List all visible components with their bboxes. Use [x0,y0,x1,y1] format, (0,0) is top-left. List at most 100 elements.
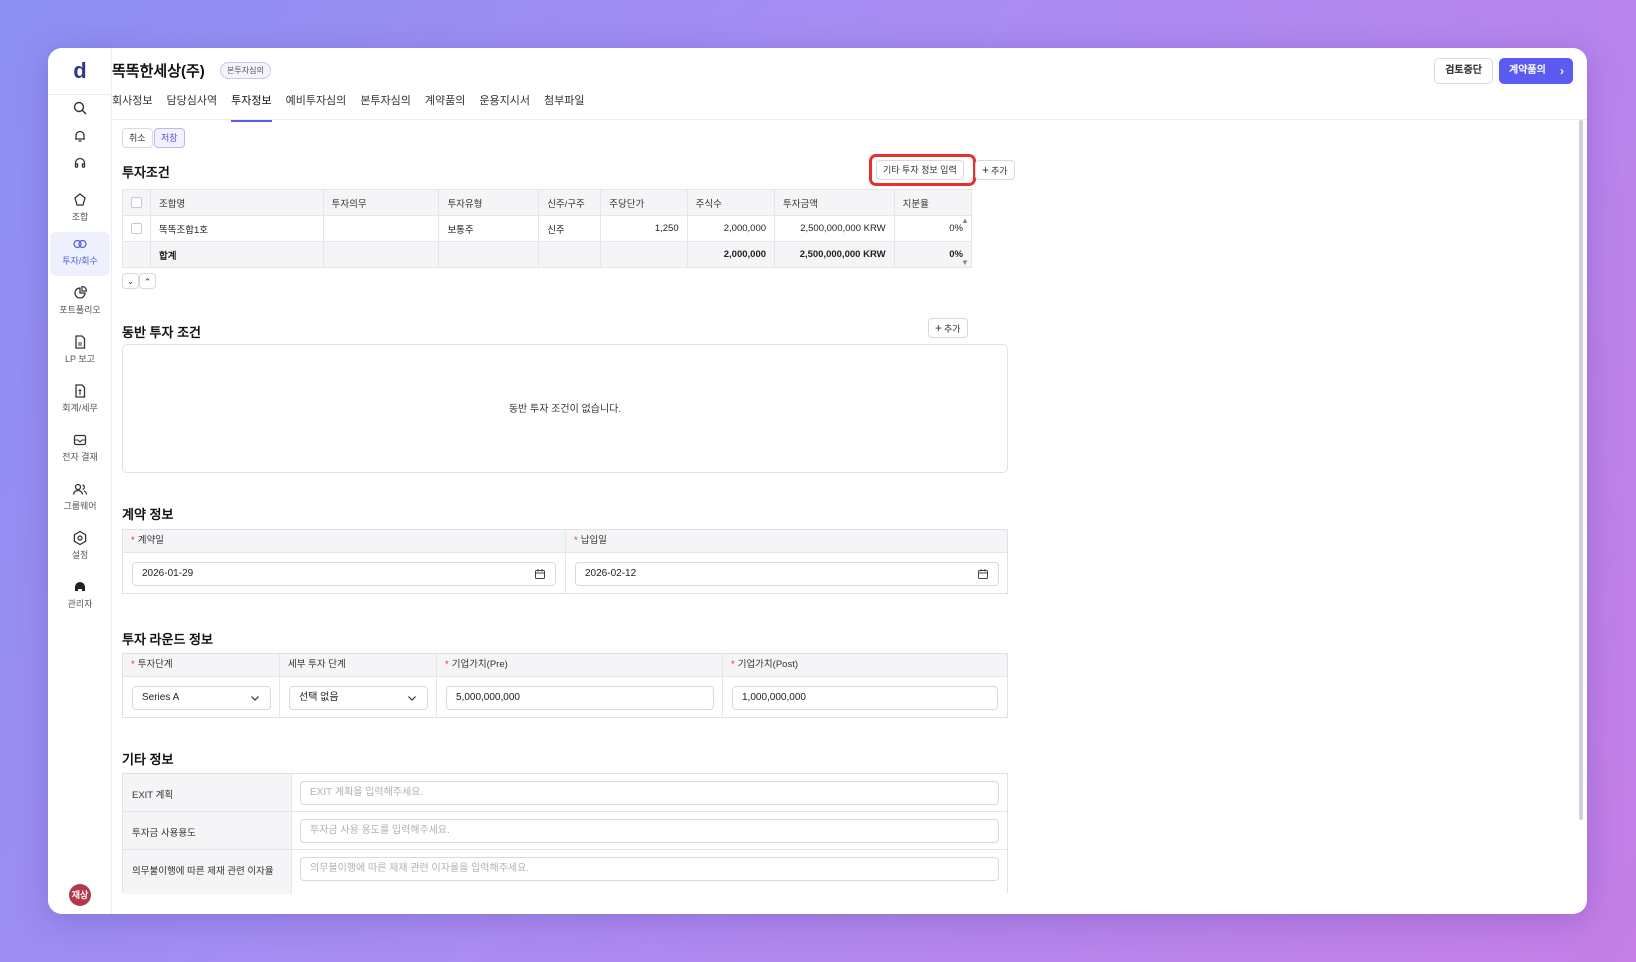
sidebar-item-admin[interactable]: 관리자 [50,575,110,619]
sub-stage-select[interactable]: 선택 없음 [289,686,428,710]
cancel-button[interactable]: 취소 [122,128,153,148]
move-up-button[interactable]: ⌃ [139,273,156,289]
headset-icon[interactable] [70,153,90,173]
search-icon[interactable] [70,98,90,118]
column-header[interactable]: 투자금액 [774,189,895,216]
table-scroll-up-icon[interactable]: ▲ [961,216,969,226]
total-row: 합계 2,000,000 2,500,000,000 KRW 0% [122,241,973,268]
calendar-icon[interactable] [977,568,989,580]
column-header[interactable]: 조합명 [150,189,324,216]
table-row[interactable]: 똑똑조합1호 보통주 신주 1,250 2,000,000 2,500,000,… [122,215,973,242]
chevron-down-icon [408,696,416,701]
payment-date-label-text: 납입일 [580,535,607,546]
app-logo[interactable]: d [48,58,112,84]
table-header-row: 조합명 투자의무 투자유형 신주/구주 주당단가 주식수 투자금액 지분율 [122,189,973,216]
add-investment-term-button[interactable]: + 추가 [975,160,1015,180]
stop-review-button[interactable]: 검토중단 [1434,58,1493,84]
exit-plan-input[interactable]: EXIT 계획을 입력해주세요. [300,781,999,805]
sidebar-item-accounting[interactable]: 회계/세무 [50,379,110,423]
sub-stage-value: 선택 없음 [299,692,339,703]
sidebar-item-label: 투자/회수 [62,256,98,266]
save-button[interactable]: 저장 [154,128,185,148]
sidebar-item-fund[interactable]: 조합 [50,188,110,232]
column-header[interactable]: 지분율 [893,189,973,216]
penalty-rate-input[interactable]: 의무불이행에 따른 제재 관련 이자율을 입력해주세요. [300,857,999,881]
pre-value-label-text: 기업가치(Pre) [451,659,508,670]
divider [123,849,1007,850]
sidebar-item-portfolio[interactable]: 포트폴리오 [50,281,110,325]
select-all-cell[interactable] [122,189,151,216]
contract-date-input[interactable]: 2026-01-29 [132,562,556,586]
table-scroll-down-icon[interactable]: ▼ [961,258,969,268]
tab-reviewer[interactable]: 담당심사역 [159,94,224,120]
column-header[interactable]: 주당단가 [600,189,688,216]
report-icon [75,335,86,349]
column-header[interactable]: 투자유형 [438,189,540,216]
divider [436,654,437,717]
tab-pre-review[interactable]: 예비투자심의 [279,94,354,120]
type-cell[interactable]: 보통주 [438,215,540,242]
tab-company-info[interactable]: 회사정보 [112,94,159,120]
sidebar-item-label: 설정 [71,550,89,560]
sidebar-item-label: 조합 [71,212,89,222]
status-badge: 본투자심의 [220,62,271,79]
ratio-cell[interactable]: 0% [893,215,973,242]
divider [279,654,280,717]
bell-icon[interactable] [70,126,90,146]
payment-date-input[interactable]: 2026-02-12 [575,562,999,586]
section-title-co-investment: 동반 투자 조건 [122,325,201,340]
tab-operation-order[interactable]: 운용지시서 [472,94,537,120]
shares-cell[interactable]: 2,000,000 [686,215,776,242]
sidebar-item-label: 전자 결재 [62,452,98,462]
contract-date-label-text: 계약일 [137,535,164,546]
sidebar-item-approval[interactable]: 전자 결재 [50,428,110,472]
add-co-investment-button[interactable]: + 추가 [928,318,968,338]
plus-icon: + [935,321,943,335]
fund-usage-label: 투자금 사용용도 [132,828,196,839]
tab-contract-approval[interactable]: 계약품의 [418,94,472,120]
tab-attachments[interactable]: 첨부파일 [537,94,591,120]
sidebar-item-label: 관리자 [67,599,93,609]
select-all-checkbox[interactable] [131,196,142,208]
groupware-icon [72,483,88,495]
row-select-cell[interactable] [122,215,151,242]
section-title-other: 기타 정보 [122,752,174,767]
fund-name-cell[interactable]: 똑똑조합1호 [150,215,324,242]
price-cell[interactable]: 1,250 [600,215,688,242]
move-down-button[interactable]: ⌄ [122,273,139,289]
divider [48,94,112,95]
new-old-cell[interactable]: 신주 [538,215,602,242]
chevron-up-icon: ⌃ [143,277,152,287]
avatar[interactable]: 재상 [69,884,91,906]
sidebar: d 조합 투자/회수 포트폴리오 LP 보고 회계/세무 전자 결재 그룹웨어 … [48,48,112,914]
obligation-cell[interactable] [322,215,440,242]
stage-select[interactable]: Series A [132,686,271,710]
tab-investment-info[interactable]: 투자정보 [224,94,278,122]
empty-cell [438,241,540,268]
post-value-input[interactable]: 1,000,000,000 [732,686,998,710]
sidebar-item-lp-report[interactable]: LP 보고 [50,330,110,374]
tab-main-review[interactable]: 본투자심의 [353,94,418,120]
calendar-icon[interactable] [534,568,546,580]
sidebar-item-investment[interactable]: 투자/회수 [50,232,110,276]
total-ratio: 0% [893,241,973,268]
payment-date-label: * 납입일 [566,530,1007,553]
column-header[interactable]: 주식수 [686,189,776,216]
amount-cell[interactable]: 2,500,000,000 KRW [774,215,895,242]
row-checkbox[interactable] [131,222,142,234]
extra-investment-info-button[interactable]: 기타 투자 정보 입력 [876,160,964,180]
pre-value-input[interactable]: 5,000,000,000 [446,686,714,710]
investment-terms-table: 조합명 투자의무 투자유형 신주/구주 주당단가 주식수 투자금액 지분율 똑똑… [122,189,973,268]
fund-usage-input[interactable]: 투자금 사용 용도를 입력해주세요. [300,819,999,843]
sub-stage-label-text: 세부 투자 단계 [288,659,346,670]
sidebar-item-settings[interactable]: 설정 [50,526,110,570]
total-amount: 2,500,000,000 KRW [774,241,895,268]
contract-approval-button[interactable]: 계약품의 › [1499,58,1573,84]
divider [123,811,1007,812]
scrollbar[interactable] [1579,120,1583,820]
sidebar-item-groupware[interactable]: 그룹웨어 [50,477,110,521]
exit-plan-label: EXIT 계획 [132,790,174,801]
column-header[interactable]: 신주/구주 [538,189,602,216]
column-header[interactable]: 투자의무 [322,189,440,216]
divider [722,654,723,717]
